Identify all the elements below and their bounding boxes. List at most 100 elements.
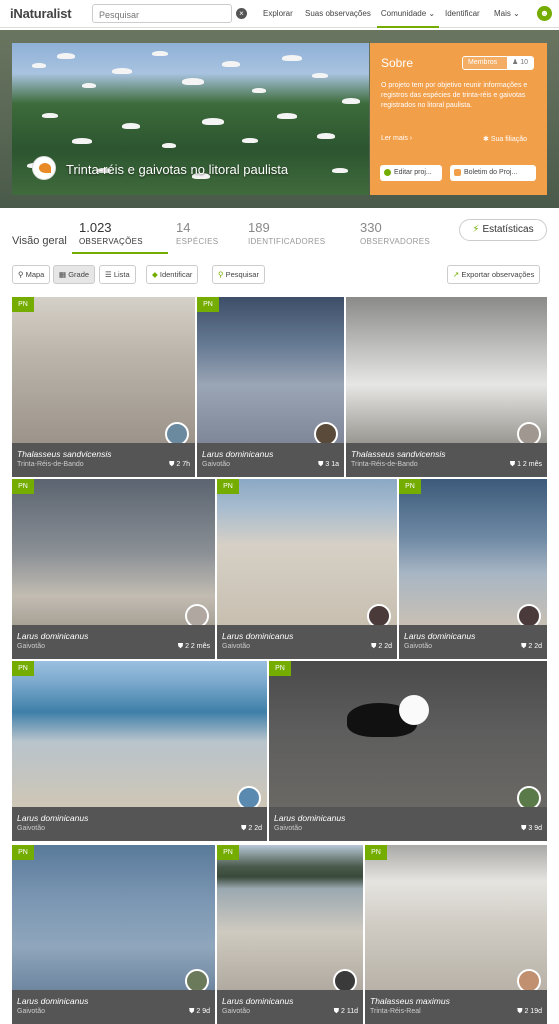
observation-card[interactable]: PN Larus dominicanus Gaivotão ⛊ 3 1a — [197, 297, 344, 477]
pn-badge: PN — [365, 845, 387, 860]
observation-meta: ⛊ 2 2 mês — [177, 643, 210, 650]
search-field[interactable] — [92, 4, 232, 24]
identify-label: Identificar — [159, 270, 193, 279]
taxon-name: Larus dominicanus — [404, 631, 476, 641]
pn-badge: PN — [217, 845, 239, 860]
export-icon: ↗ — [453, 270, 460, 279]
common-name: Gaivotão — [202, 461, 231, 468]
pn-badge: PN — [12, 297, 34, 312]
observation-meta: ⛊ 2 2d — [521, 643, 542, 650]
observation-card[interactable]: PN Larus dominicanus Gaivotão ⛊ 3 9d — [269, 661, 547, 841]
observation-caption: Thalasseus sandvicensis Trinta-Réis-de-B… — [346, 443, 547, 477]
common-name: Gaivotão — [222, 1008, 251, 1015]
read-more-link[interactable]: Ler mais › — [381, 135, 412, 142]
observation-photo — [197, 297, 344, 443]
observation-meta: ⛊ 2 11d — [333, 1008, 358, 1015]
edit-project-label: Editar proj... — [394, 169, 432, 176]
stat-observers[interactable]: 330 OBSERVADORES — [360, 220, 430, 246]
stat-identifiers[interactable]: 189 IDENTIFICADORES — [248, 220, 325, 246]
edit-project-button[interactable]: Editar proj... — [380, 165, 442, 181]
statistics-button[interactable]: ⚡ Estatísticas — [459, 219, 547, 241]
common-name: Gaivotão — [17, 1008, 46, 1015]
stat-label: IDENTIFICADORES — [248, 237, 326, 246]
membership-label: Sua filiação — [490, 136, 528, 143]
project-journal-label: Boletim do Proj... — [464, 169, 518, 176]
observation-card[interactable]: PN Thalasseus maximus Trinta-Réis-Real ⛊… — [365, 845, 547, 1024]
common-name: Gaivotão — [404, 643, 433, 650]
taxon-name: Larus dominicanus — [17, 996, 89, 1006]
taxon-name: Larus dominicanus — [17, 631, 89, 641]
overview-tab[interactable]: Visão geral — [12, 235, 67, 247]
shield-icon: ⛊ — [189, 1008, 197, 1015]
shield-icon: ⛊ — [177, 643, 186, 650]
shield-icon: ⛊ — [169, 461, 177, 468]
observation-photo — [217, 845, 363, 990]
observation-meta: ⛊ 2 19d — [517, 1008, 542, 1015]
observation-card[interactable]: PN Thalasseus sandvicensis Trinta-Réis-d… — [12, 297, 195, 477]
common-name: Gaivotão — [222, 643, 251, 650]
pn-badge: PN — [12, 845, 34, 860]
about-panel: Sobre Membros ♟ 10 O projeto tem por obj… — [370, 43, 547, 195]
map-marker-icon: ⚲ — [18, 270, 24, 279]
about-heading: Sobre — [381, 56, 414, 70]
pn-badge: PN — [197, 297, 219, 312]
observation-caption: Larus dominicanus Gaivotão ⛊ 2 2d — [217, 625, 397, 659]
observation-caption: Larus dominicanus Gaivotão ⛊ 3 9d — [269, 807, 547, 841]
taxon-name: Thalasseus sandvicensis — [351, 449, 446, 459]
bolt-icon: ⚡ — [472, 224, 480, 235]
observation-caption: Larus dominicanus Gaivotão ⛊ 2 2 mês — [12, 625, 215, 659]
observation-photo — [365, 845, 547, 990]
nav-community[interactable]: Comunidade ⌄ — [377, 0, 439, 28]
observation-photo — [346, 297, 547, 443]
clear-search-icon[interactable]: × — [236, 8, 247, 19]
nav-explore[interactable]: Explorar — [263, 0, 293, 28]
observation-card[interactable]: PN Larus dominicanus Gaivotão ⛊ 2 2d — [12, 661, 267, 841]
observation-photo — [12, 479, 215, 625]
search-input[interactable] — [93, 6, 231, 24]
observation-caption: Larus dominicanus Gaivotão ⛊ 2 2d — [399, 625, 547, 659]
nav-identify[interactable]: Identificar — [445, 0, 480, 28]
identify-button[interactable]: ◆ Identificar — [146, 265, 199, 284]
membership-link[interactable]: ✱ Sua filiação — [483, 135, 527, 143]
observation-card[interactable]: PN Larus dominicanus Gaivotão ⛊ 2 11d — [217, 845, 363, 1024]
stat-label: ESPÉCIES — [176, 237, 219, 246]
observation-card[interactable]: Thalasseus sandvicensis Trinta-Réis-de-B… — [346, 297, 547, 477]
common-name: Trinta-Réis-Real — [370, 1008, 421, 1015]
observation-card[interactable]: PN Larus dominicanus Gaivotão ⛊ 2 2d — [217, 479, 397, 659]
observation-card[interactable]: PN Larus dominicanus Gaivotão ⛊ 2 9d — [12, 845, 215, 1024]
observation-caption: Larus dominicanus Gaivotão ⛊ 2 11d — [217, 990, 363, 1024]
observation-card[interactable]: PN Larus dominicanus Gaivotão ⛊ 2 2d — [399, 479, 547, 659]
observation-caption: Thalasseus sandvicensis Trinta-Réis-de-B… — [12, 443, 195, 477]
shield-icon: ⛊ — [371, 643, 379, 650]
observation-photo — [399, 479, 547, 625]
shield-icon: ⛊ — [333, 1008, 341, 1015]
pn-badge: PN — [12, 479, 34, 494]
observation-caption: Larus dominicanus Gaivotão ⛊ 3 1a — [197, 443, 344, 477]
stat-observations[interactable]: 1.023 OBSERVAÇÕES — [79, 220, 143, 246]
observation-caption: Thalasseus maximus Trinta-Réis-Real ⛊ 2 … — [365, 990, 547, 1024]
observation-photo — [217, 479, 397, 625]
map-view-button[interactable]: ⚲ Mapa — [12, 265, 51, 284]
user-avatar-icon[interactable]: ☻ — [537, 6, 552, 21]
observation-meta: ⛊ 2 7h — [169, 461, 190, 468]
inaturalist-logo[interactable]: iNaturalist — [10, 6, 72, 21]
shield-icon: ⛊ — [318, 461, 326, 468]
stat-number: 189 — [248, 220, 270, 235]
pn-badge: PN — [269, 661, 291, 676]
taxon-name: Larus dominicanus — [222, 631, 294, 641]
list-view-button[interactable]: ☰ Lista — [99, 265, 136, 284]
grid-view-button[interactable]: ▦ Grade — [53, 265, 96, 284]
project-journal-button[interactable]: Boletim do Proj... — [450, 165, 536, 181]
nav-more[interactable]: Mais ⌄ — [494, 0, 520, 28]
about-description: O projeto tem por objetivo reunir inform… — [381, 82, 528, 109]
export-observations-button[interactable]: ↗ Exportar observações — [447, 265, 541, 284]
pn-badge: PN — [217, 479, 239, 494]
stat-label: OBSERVAÇÕES — [79, 237, 143, 246]
search-filter-button[interactable]: ⚲ Pesquisar — [212, 265, 265, 284]
observation-card[interactable]: PN Larus dominicanus Gaivotão ⛊ 2 2 mês — [12, 479, 215, 659]
members-button[interactable]: Membros ♟ 10 — [462, 56, 534, 70]
observation-meta: ⛊ 2 2d — [371, 643, 392, 650]
nav-your-observations[interactable]: Suas observações — [305, 0, 371, 28]
list-icon: ☰ — [105, 270, 112, 279]
stat-species[interactable]: 14 ESPÉCIES — [176, 220, 218, 246]
